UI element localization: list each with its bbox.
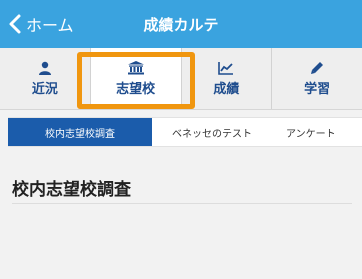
subtab-questionnaire[interactable]: アンケート — [272, 118, 362, 146]
tab-label: 近況 — [31, 81, 58, 97]
institution-icon — [127, 60, 144, 74]
main-tab-bar: 近況 志望校 成績 学習 — [0, 48, 362, 110]
tab-grades[interactable]: 成績 — [182, 48, 273, 109]
app-header: ホーム 成績カルテ — [0, 0, 362, 48]
person-icon — [38, 61, 51, 75]
subtab-school-survey[interactable]: 校内志望校調査 — [8, 118, 152, 146]
title-divider — [12, 203, 352, 204]
sub-tab-bar: 校内志望校調査 ベネッセのテスト アンケート — [8, 117, 362, 147]
tab-recent[interactable]: 近況 — [0, 48, 91, 109]
subtab-benesse-test[interactable]: ベネッセのテスト — [152, 118, 272, 146]
tab-label: 学習 — [304, 81, 331, 97]
line-chart-icon — [218, 61, 234, 75]
page-header-title: 成績カルテ — [143, 15, 219, 34]
pencil-icon — [311, 61, 324, 74]
tab-label: 志望校 — [116, 81, 156, 97]
section-title: 校内志望校調査 — [12, 180, 131, 200]
tab-target-school[interactable]: 志望校 — [90, 48, 182, 109]
tab-label: 成績 — [213, 81, 240, 97]
tab-study[interactable]: 学習 — [272, 48, 362, 109]
